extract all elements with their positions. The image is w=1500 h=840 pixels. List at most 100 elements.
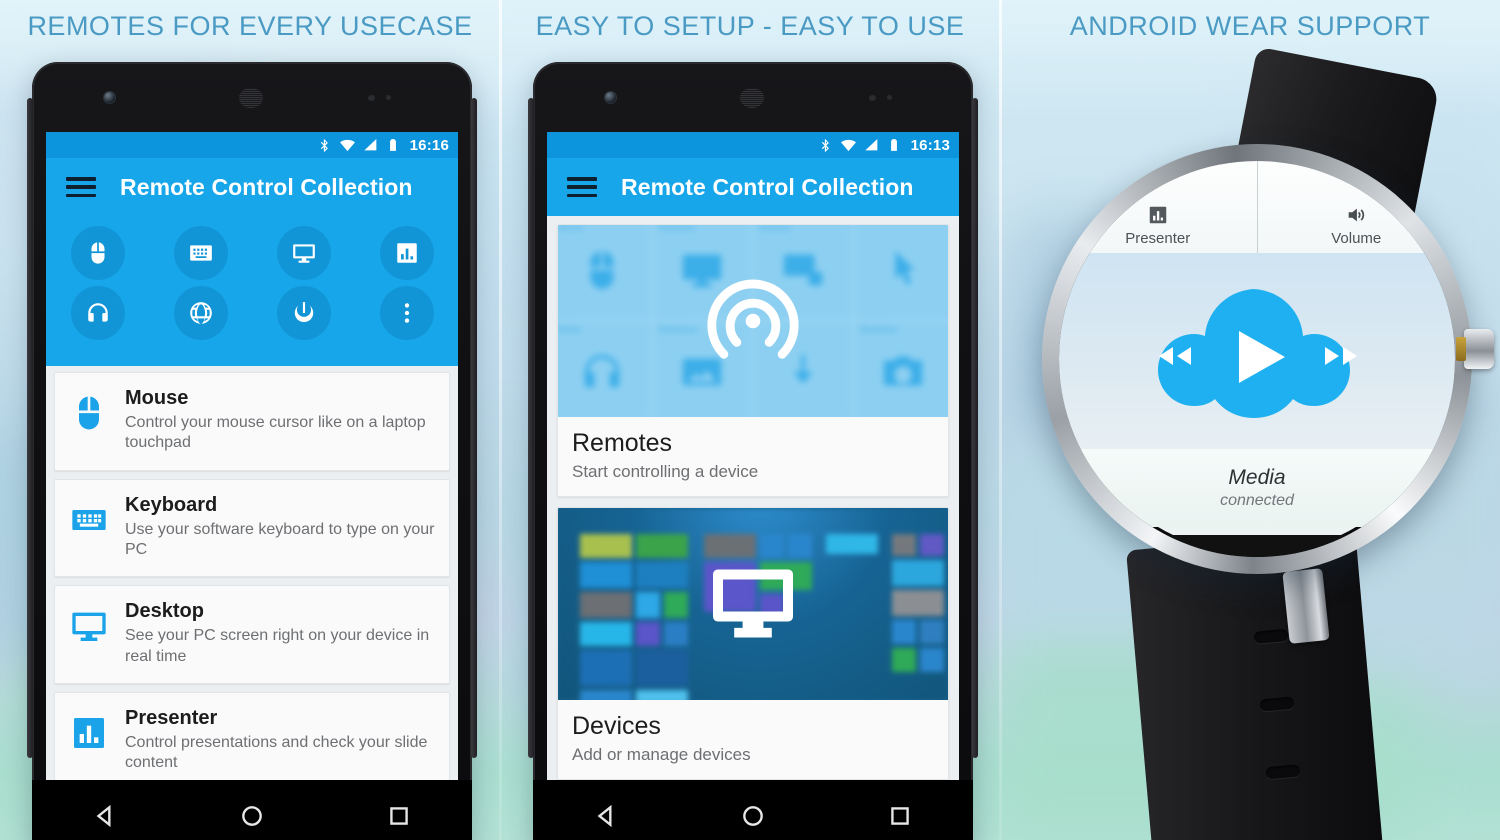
card-desc: Add or manage devices: [572, 745, 751, 764]
camera-icon: [884, 356, 923, 385]
list-item-title: Presenter: [125, 706, 218, 729]
panel-header-1: REMOTES FOR EVERY USECASE: [27, 10, 473, 41]
card-title: Remotes: [572, 429, 673, 457]
hero-tile-label: Desktop: [759, 225, 791, 232]
watch-flat-tire: [1059, 535, 1455, 557]
cloud-icon[interactable]: [1121, 281, 1393, 421]
keyboard-icon: [189, 245, 212, 261]
watch-media-status: connected: [1220, 492, 1294, 509]
monitor-icon: [292, 244, 315, 263]
list-item-desc: Use your software keyboard to type on yo…: [125, 520, 435, 558]
card-remotes[interactable]: Mouse Keyboard Desktop Media Slideshow S…: [557, 224, 949, 497]
hero-tile: Media: [558, 321, 653, 417]
proximity-sensor-icon: [368, 95, 398, 101]
recents-icon[interactable]: [386, 803, 412, 829]
watch-status-panel: Media connected: [1059, 449, 1455, 527]
proximity-sensor-icon: [869, 95, 899, 101]
list-item-desc: See your PC screen right on your device …: [125, 627, 430, 665]
phone-device-1: 16:16 Remote Control Collection Mouse Co…: [27, 62, 477, 840]
card-remotes-meta: Remotes Start controlling a device: [558, 417, 948, 496]
devices-hero-image: [558, 508, 948, 700]
front-camera-icon: [104, 92, 115, 103]
wifi-icon: [339, 137, 356, 154]
panel-divider-1: [499, 0, 502, 840]
mouse-icon: [67, 391, 111, 435]
card-devices[interactable]: Devices Add or manage devices: [557, 507, 949, 780]
phone-2-left-edge: [528, 98, 534, 758]
hamburger-icon[interactable]: [66, 177, 96, 197]
phone-1-app-title: Remote Control Collection: [120, 173, 413, 200]
hero-tile-label: Mouse: [558, 225, 584, 232]
front-camera-icon: [605, 92, 616, 103]
watch-action-label: Volume: [1331, 230, 1382, 247]
home-icon[interactable]: [740, 803, 766, 829]
phone-1-top-bezel: [32, 62, 472, 132]
watch-crown[interactable]: [1456, 329, 1494, 369]
recents-icon[interactable]: [887, 803, 913, 829]
watch-media-title: Media: [1228, 466, 1286, 489]
more-vert-icon: [404, 303, 409, 323]
chart-icon: [67, 711, 111, 755]
hamburger-icon[interactable]: [567, 177, 597, 197]
watch-action-volume[interactable]: Volume: [1258, 161, 1456, 253]
hero-tile-label: Slideshow: [658, 325, 698, 334]
watch-action-row: Presenter Volume: [1059, 161, 1455, 253]
watch-buckle: [1282, 568, 1330, 644]
hero-tile-label: Keyboard: [658, 225, 696, 232]
watch-action-presenter[interactable]: Presenter: [1059, 161, 1258, 253]
hero-tile: [853, 225, 948, 321]
earpiece-speaker-icon: [740, 88, 764, 108]
quick-action-presenter[interactable]: [379, 226, 434, 280]
watch-action-label: Presenter: [1125, 230, 1191, 247]
list-item[interactable]: Presenter Control presentations and chec…: [54, 691, 450, 780]
phone-2-app-title: Remote Control Collection: [621, 173, 914, 200]
phone-2-appbar: Remote Control Collection: [547, 158, 959, 216]
quick-action-grid: [46, 216, 458, 366]
panel-header-2: EASY TO SETUP - EASY TO USE: [535, 10, 965, 41]
phone-2-screen: 16:13 Remote Control Collection Mouse Ke…: [547, 132, 959, 780]
quick-action-keyboard[interactable]: [173, 226, 228, 280]
phone-2-clock: 16:13: [910, 136, 950, 154]
overview-cards: Mouse Keyboard Desktop Media Slideshow S…: [547, 216, 959, 780]
card-title: Devices: [572, 712, 661, 740]
phone-2-navbar: [533, 780, 973, 840]
list-item[interactable]: Mouse Control your mouse cursor like on …: [54, 372, 450, 471]
list-item[interactable]: Keyboard Use your software keyboard to t…: [54, 478, 450, 578]
watch-face: Presenter Volume Media connected: [1059, 161, 1455, 557]
mouse-icon: [91, 242, 104, 264]
list-item[interactable]: Desktop See your PC screen right on your…: [54, 585, 450, 684]
monitor-icon: [705, 554, 801, 655]
wifi-icon: [840, 137, 857, 154]
broadcast-icon: [701, 269, 805, 373]
phone-1-appbar: Remote Control Collection: [46, 158, 458, 216]
phone-1-left-edge: [27, 98, 33, 758]
home-icon[interactable]: [239, 803, 265, 829]
quick-action-more[interactable]: [379, 286, 434, 340]
strap-hole: [1259, 696, 1295, 712]
battery-icon: [386, 138, 400, 152]
card-desc: Start controlling a device: [572, 462, 759, 481]
promo-screenshot: REMOTES FOR EVERY USECASE EASY TO SETUP …: [0, 0, 1500, 840]
watch-strap-bottom: [1126, 530, 1384, 840]
phone-2-right-edge: [972, 98, 978, 758]
phone-1-clock: 16:16: [409, 136, 449, 154]
bluetooth-icon: [818, 138, 833, 153]
quick-action-media[interactable]: [70, 286, 125, 340]
back-icon[interactable]: [92, 803, 118, 829]
chart-icon: [1149, 206, 1166, 224]
strap-hole: [1265, 764, 1301, 780]
watch-bezel: Presenter Volume Media connected: [1042, 144, 1494, 574]
quick-action-browser[interactable]: [173, 286, 228, 340]
list-item-desc: Control your mouse cursor like on a lapt…: [125, 414, 426, 452]
headphones-icon: [584, 354, 619, 387]
back-icon[interactable]: [593, 803, 619, 829]
pointer-icon: [895, 250, 915, 285]
earpiece-speaker-icon: [239, 88, 263, 108]
globe-icon: [189, 302, 212, 324]
list-item-title: Keyboard: [125, 493, 218, 516]
remotes-hero-image: Mouse Keyboard Desktop Media Slideshow S…: [558, 225, 948, 417]
mouse-icon: [590, 250, 614, 289]
quick-action-power[interactable]: [276, 286, 331, 340]
quick-action-mouse[interactable]: [70, 226, 125, 280]
quick-action-desktop[interactable]: [276, 226, 331, 280]
